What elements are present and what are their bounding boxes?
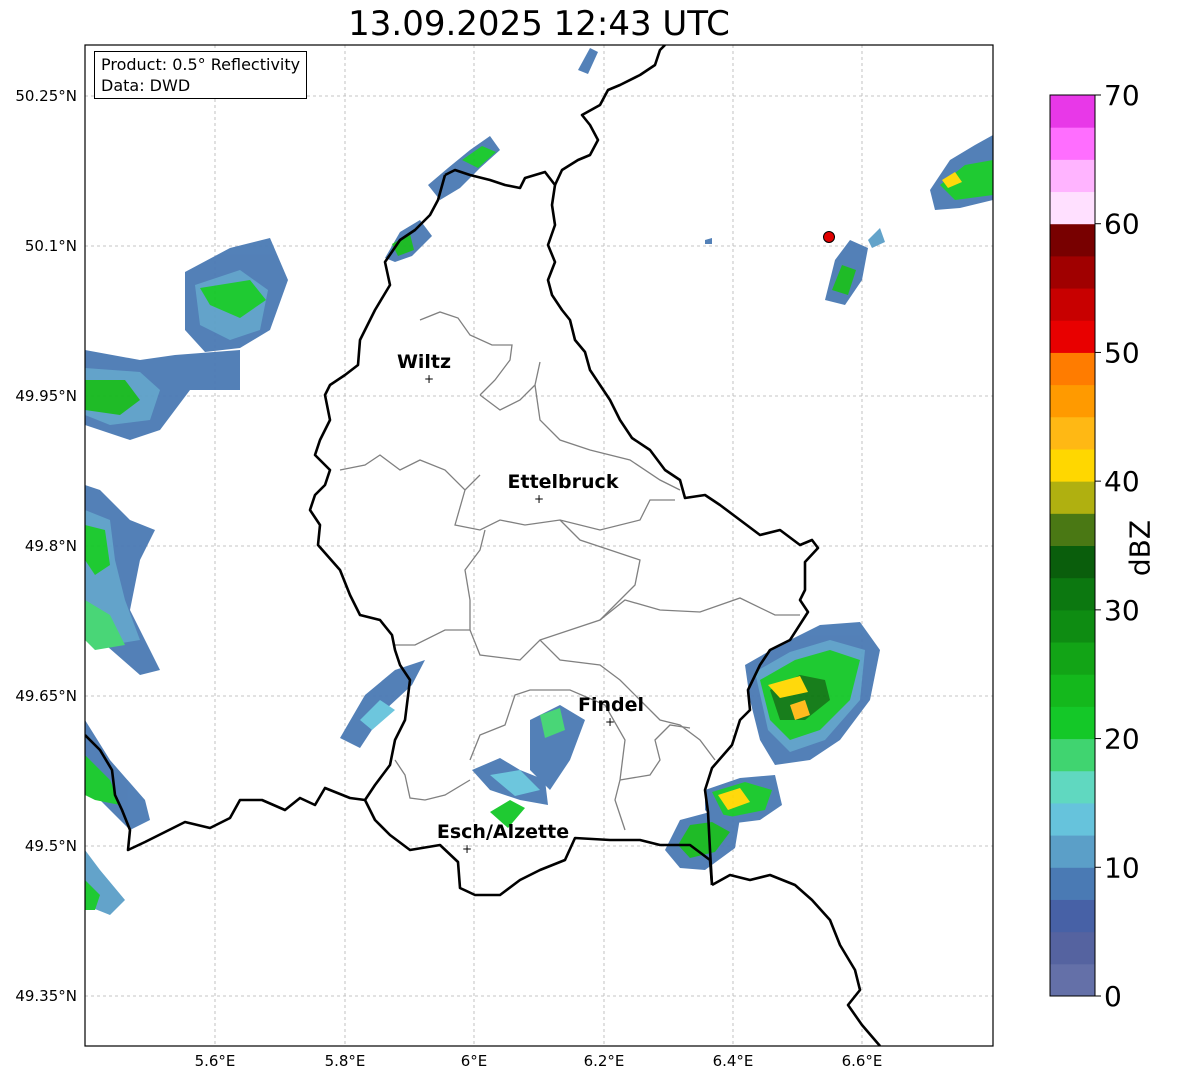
colorbar-segment <box>1050 642 1095 675</box>
city-marker-icon: + <box>605 715 615 729</box>
colorbar-label: dBZ <box>1123 519 1157 577</box>
info-source: Data: DWD <box>101 76 191 95</box>
colorbar-segment <box>1050 416 1095 450</box>
colorbar-tick-label: 60 <box>1104 208 1140 241</box>
colorbar-segment <box>1050 352 1095 386</box>
colorbar-segment <box>1050 674 1095 707</box>
colorbar-tick-label: 30 <box>1104 594 1140 627</box>
city-marker-icon: + <box>424 372 434 386</box>
info-product: Product: 0.5° Reflectivity <box>101 55 301 74</box>
city-label: Ettelbruck <box>508 471 619 493</box>
colorbar-tick-label: 70 <box>1104 79 1140 112</box>
colorbar-segment <box>1050 545 1095 579</box>
latitude-labels: 50.25°N 50.1°N 49.95°N 49.8°N 49.65°N 49… <box>15 87 77 1005</box>
city-label: Wiltz <box>397 351 451 373</box>
colorbar-segment <box>1050 577 1095 611</box>
colorbar-segment <box>1050 770 1095 804</box>
colorbar-tick-label: 40 <box>1104 465 1140 498</box>
lat-tick-label: 49.8°N <box>25 537 77 555</box>
city-marker-icon: + <box>534 492 544 506</box>
lon-tick-label: 6°E <box>461 1052 488 1070</box>
lat-tick-label: 50.25°N <box>15 87 77 105</box>
lon-tick-label: 5.8°E <box>325 1052 366 1070</box>
colorbar-segment <box>1050 288 1095 321</box>
colorbar-segment <box>1050 738 1095 772</box>
colorbar-segment <box>1050 835 1095 868</box>
city-label: Findel <box>578 694 644 716</box>
map-background <box>85 45 993 1046</box>
colorbar-tick-label: 0 <box>1104 980 1122 1013</box>
colorbar-segment <box>1050 223 1095 257</box>
lon-tick-label: 5.6°E <box>195 1052 236 1070</box>
colorbar-segment <box>1050 899 1095 933</box>
colorbar-segment <box>1050 802 1095 836</box>
colorbar-segment <box>1050 159 1095 193</box>
colorbar-segment <box>1050 127 1095 160</box>
colorbar-segment <box>1050 931 1095 965</box>
colorbar-tick-label: 50 <box>1104 336 1140 369</box>
lat-tick-label: 50.1°N <box>25 237 77 255</box>
lat-tick-label: 49.35°N <box>15 987 77 1005</box>
lat-tick-label: 49.95°N <box>15 387 77 405</box>
info-box: Product: 0.5° Reflectivity Data: DWD <box>94 51 308 99</box>
colorbar-tick-label: 10 <box>1104 851 1140 884</box>
lat-tick-label: 49.5°N <box>25 837 77 855</box>
colorbar-segment <box>1050 513 1095 546</box>
radar-map: 50.25°N 50.1°N 49.95°N 49.8°N 49.65°N 49… <box>15 44 1140 1070</box>
city-marker-icon: + <box>462 842 472 856</box>
colorbar-segment <box>1050 609 1095 643</box>
colorbar-segment <box>1050 191 1095 225</box>
colorbar-segment <box>1050 255 1095 289</box>
colorbar-segment <box>1050 448 1095 482</box>
city-label: Esch/Alzette <box>437 821 569 843</box>
location-marker <box>823 231 835 243</box>
lon-tick-label: 6.6°E <box>842 1052 883 1070</box>
colorbar-segment <box>1050 95 1095 128</box>
lon-tick-label: 6.4°E <box>713 1052 754 1070</box>
colorbar-segment <box>1050 867 1095 900</box>
colorbar-segment <box>1050 706 1095 740</box>
colorbar-segment <box>1050 384 1095 418</box>
lat-tick-label: 49.65°N <box>15 687 77 705</box>
lon-tick-label: 6.2°E <box>584 1052 625 1070</box>
longitude-labels: 5.6°E 5.8°E 6°E 6.2°E 6.4°E 6.6°E <box>195 1052 883 1070</box>
colorbar-segment <box>1050 481 1095 514</box>
colorbar-tick-label: 20 <box>1104 723 1140 756</box>
colorbar-segment <box>1050 963 1095 997</box>
colorbar-segment <box>1050 320 1095 353</box>
